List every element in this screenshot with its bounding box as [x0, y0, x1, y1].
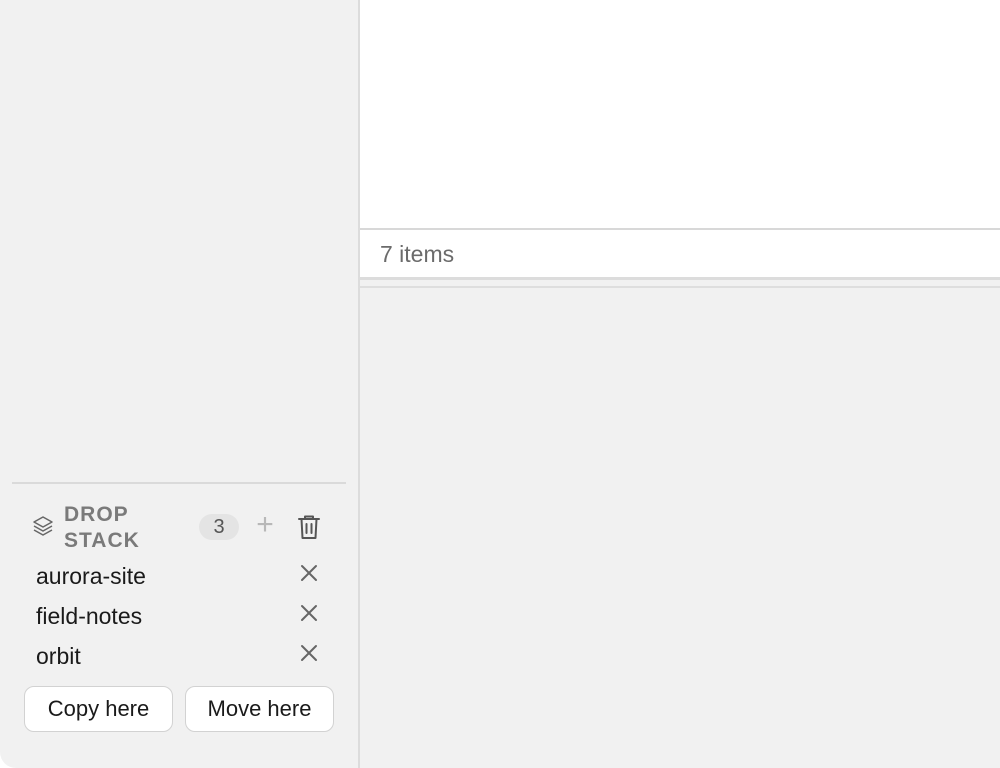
- drop-stack-item-label: field-notes: [36, 603, 143, 629]
- close-icon[interactable]: [298, 602, 320, 624]
- close-icon[interactable]: [298, 562, 320, 584]
- drop-stack-actions: Copy here Move here: [12, 676, 346, 736]
- copy-here-button[interactable]: Copy here: [24, 686, 173, 732]
- status-bar: 7 items: [360, 228, 1000, 280]
- drop-stack-count-badge: 3: [199, 514, 239, 540]
- file-manager-window: DROP STACK 3 + aurora-site field-notes o…: [0, 0, 1000, 768]
- close-icon[interactable]: [298, 642, 320, 664]
- list-item[interactable]: orbit: [12, 636, 346, 676]
- plus-icon[interactable]: +: [253, 510, 277, 540]
- drop-stack-panel: DROP STACK 3 + aurora-site field-notes o…: [12, 482, 346, 736]
- file-list-pane[interactable]: [360, 0, 1000, 228]
- main-content: 7 items: [360, 0, 1000, 768]
- drop-stack-header: DROP STACK 3 +: [12, 484, 346, 556]
- drop-stack-item-label: aurora-site: [36, 563, 146, 589]
- layers-icon: [33, 516, 53, 536]
- sidebar: DROP STACK 3 + aurora-site field-notes o…: [0, 0, 358, 768]
- drop-stack-list: aurora-site field-notes orbit: [12, 556, 346, 676]
- drop-stack-title: DROP STACK: [64, 503, 140, 552]
- pane-splitter[interactable]: [360, 286, 1000, 288]
- item-count-label: 7 items: [380, 241, 455, 267]
- list-item[interactable]: field-notes: [12, 596, 346, 636]
- trash-icon[interactable]: [296, 513, 322, 541]
- drop-stack-item-label: orbit: [36, 643, 81, 669]
- move-here-button[interactable]: Move here: [185, 686, 334, 732]
- list-item[interactable]: aurora-site: [12, 556, 346, 596]
